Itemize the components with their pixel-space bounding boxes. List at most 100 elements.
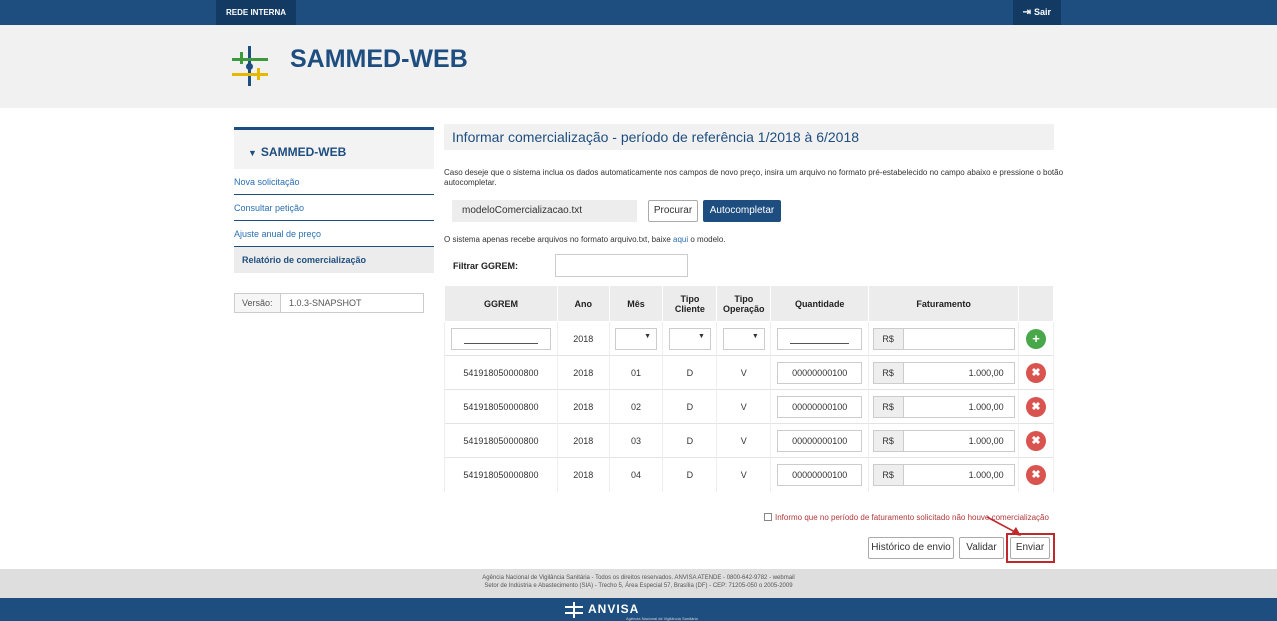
select-arrow-icon: ▼	[751, 332, 759, 340]
ggrem-cell: 541918050000800	[444, 457, 558, 492]
mes-cell: 02	[608, 389, 664, 424]
commercialization-table: GGREM Ano Mês Tipo Cliente Tipo Operação…	[444, 285, 1054, 492]
new-tipo-cliente-select[interactable]: ▼	[668, 327, 711, 350]
highlight-box	[1006, 533, 1055, 563]
delete-row-icon[interactable]: ✖	[1026, 396, 1047, 417]
note-text-before: O sistema apenas recebe arquivos no form…	[444, 235, 674, 244]
anvisa-logo-text: ANVISA	[588, 602, 640, 616]
ano-cell: 2018	[556, 355, 610, 390]
note-text-after: o modelo.	[688, 235, 726, 244]
faturamento-input[interactable]: R$ 1.000,00	[872, 361, 1015, 384]
new-entry-row: 2018 ▼ ▼ ▼ R$ +	[444, 321, 1054, 356]
faturamento-value: 1.000,00	[903, 464, 1014, 485]
sidebar-item-nova-solicitacao[interactable]: Nova solicitação	[234, 169, 434, 195]
page-title: Informar comercialização - período de re…	[444, 124, 1054, 150]
tipo-cliente-cell: D	[662, 389, 718, 424]
ano-cell: 2018	[556, 389, 610, 424]
faturamento-input[interactable]: R$ 1.000,00	[872, 429, 1015, 452]
header-actions	[1018, 285, 1054, 322]
table-row: 541918050000800 2018 01 D V 00000000100 …	[444, 355, 1054, 390]
table-row: 541918050000800 2018 03 D V 00000000100 …	[444, 423, 1054, 458]
mes-cell: 01	[608, 355, 664, 390]
historico-button[interactable]: Histórico de envio	[868, 537, 954, 559]
footer-line-2: Setor de Indústria e Abastecimento (SIA)…	[484, 583, 793, 589]
new-ggrem-input[interactable]	[450, 327, 551, 350]
delete-row-icon[interactable]: ✖	[1026, 464, 1047, 485]
brand-name: SAMMED-WEB	[290, 45, 468, 73]
tipo-operacao-cell: V	[716, 457, 772, 492]
footer: Agência Nacional de Vigilância Sanitária…	[0, 569, 1277, 598]
table-row: 541918050000800 2018 02 D V 00000000100 …	[444, 389, 1054, 424]
sidebar-title: SAMMED-WEB	[260, 145, 347, 159]
add-row-icon[interactable]: +	[1026, 328, 1047, 349]
tipo-cliente-cell: D	[662, 423, 718, 458]
header-ggrem: GGREM	[444, 285, 558, 322]
new-faturamento-input[interactable]: R$	[872, 327, 1015, 350]
table-header-row: GGREM Ano Mês Tipo Cliente Tipo Operação…	[444, 285, 1054, 322]
sair-label: Sair	[1033, 7, 1051, 17]
file-name-field[interactable]: modeloComercializacao.txt	[452, 200, 637, 222]
ano-cell: 2018	[556, 423, 610, 458]
sidebar-header[interactable]: ▼ SAMMED-WEB	[234, 127, 434, 169]
header-mes: Mês	[608, 285, 664, 322]
format-note: O sistema apenas recebe arquivos no form…	[444, 235, 726, 244]
top-bar: REDE INTERNA ⇥ Sair	[0, 0, 1277, 25]
quantidade-input[interactable]: 00000000100	[777, 361, 863, 384]
header-ano: Ano	[556, 285, 610, 322]
caret-down-icon: ▼	[248, 148, 257, 158]
header-faturamento: Faturamento	[868, 285, 1020, 322]
select-arrow-icon: ▼	[644, 332, 652, 340]
main-panel: Informar comercialização - período de re…	[444, 124, 1054, 150]
new-tipo-operacao-select[interactable]: ▼	[722, 327, 765, 350]
select-arrow-icon: ▼	[697, 332, 705, 340]
no-sales-checkbox[interactable]	[764, 513, 772, 521]
filter-ggrem-label: Filtrar GGREM:	[453, 261, 519, 271]
new-quantidade-input[interactable]	[777, 327, 863, 350]
currency-label: R$	[873, 328, 904, 349]
faturamento-value: 1.000,00	[903, 362, 1014, 383]
sidebar-item-consultar-peticao[interactable]: Consultar petição	[234, 195, 434, 221]
description-text: Caso deseje que o sistema inclua os dado…	[444, 168, 1064, 187]
tipo-cliente-cell: D	[662, 457, 718, 492]
sidebar-item-relatorio[interactable]: Relatório de comercialização	[234, 247, 434, 273]
autocompletar-button[interactable]: Autocompletar	[703, 200, 781, 222]
tipo-operacao-cell: V	[716, 423, 772, 458]
faturamento-value: 1.000,00	[903, 430, 1014, 451]
validar-button[interactable]: Validar	[959, 537, 1004, 559]
faturamento-value: 1.000,00	[903, 396, 1014, 417]
delete-row-icon[interactable]: ✖	[1026, 430, 1047, 451]
delete-row-icon[interactable]: ✖	[1026, 362, 1047, 383]
header-quantidade: Quantidade	[770, 285, 870, 322]
rede-interna-link[interactable]: REDE INTERNA	[216, 0, 297, 25]
mes-cell: 03	[608, 423, 664, 458]
filter-ggrem-input[interactable]	[555, 254, 688, 277]
sair-button[interactable]: ⇥ Sair	[1012, 0, 1061, 25]
mes-cell: 04	[608, 457, 664, 492]
currency-label: R$	[873, 362, 904, 383]
anvisa-logo-subtitle: Agência Nacional de Vigilância Sanitária	[626, 616, 698, 621]
tipo-operacao-cell: V	[716, 355, 772, 390]
table-row: 541918050000800 2018 04 D V 00000000100 …	[444, 457, 1054, 492]
procurar-button[interactable]: Procurar	[648, 200, 698, 222]
ggrem-cell: 541918050000800	[444, 423, 558, 458]
download-model-link[interactable]: aqui	[673, 235, 688, 244]
sidebar-item-ajuste-anual[interactable]: Ajuste anual de preço	[234, 221, 434, 247]
currency-label: R$	[873, 464, 904, 485]
header-tipo-cliente: Tipo Cliente	[662, 285, 718, 322]
quantidade-input[interactable]: 00000000100	[777, 429, 863, 452]
faturamento-input[interactable]: R$ 1.000,00	[872, 395, 1015, 418]
tipo-operacao-cell: V	[716, 389, 772, 424]
new-ano-value: 2018	[556, 321, 610, 356]
tipo-cliente-cell: D	[662, 355, 718, 390]
new-mes-select[interactable]: ▼	[615, 327, 658, 350]
quantidade-input[interactable]: 00000000100	[777, 463, 863, 486]
faturamento-input[interactable]: R$ 1.000,00	[872, 463, 1015, 486]
ggrem-cell: 541918050000800	[444, 355, 558, 390]
ggrem-cell: 541918050000800	[444, 389, 558, 424]
currency-label: R$	[873, 430, 904, 451]
footer-line-1: Agência Nacional de Vigilância Sanitária…	[482, 575, 795, 581]
version-value: 1.0.3-SNAPSHOT	[289, 298, 362, 308]
quantidade-input[interactable]: 00000000100	[777, 395, 863, 418]
anvisa-logo-icon	[565, 602, 583, 618]
sammed-logo-icon	[232, 46, 268, 86]
